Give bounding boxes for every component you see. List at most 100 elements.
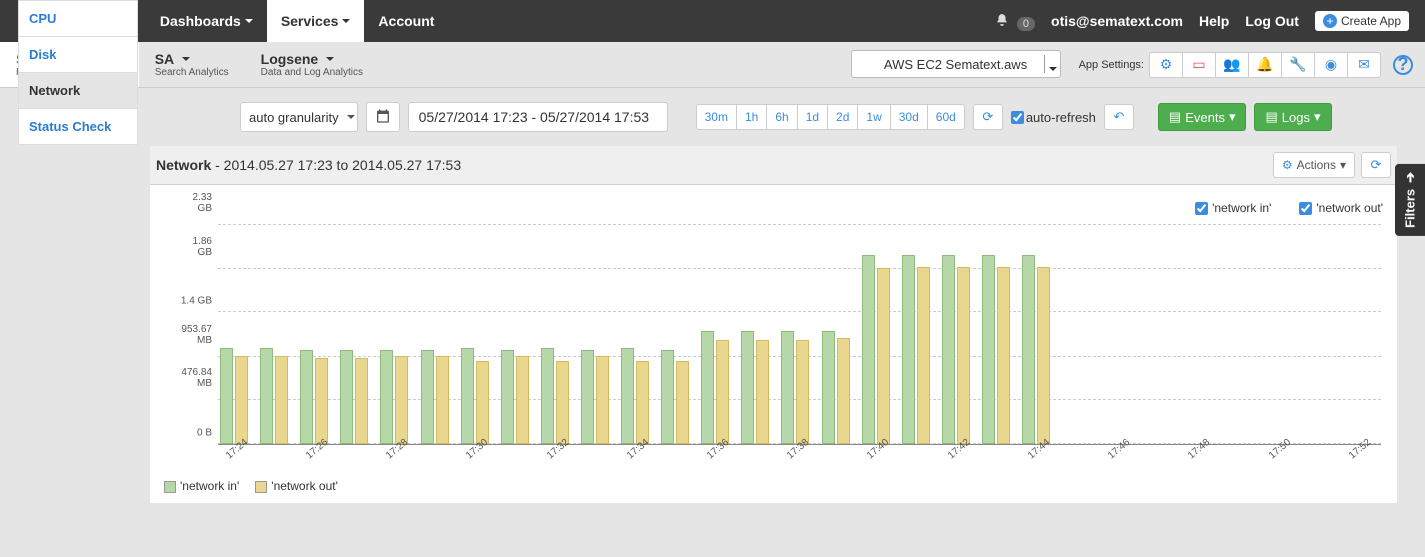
bar-group[interactable] (942, 255, 970, 444)
date-range-input[interactable]: 05/27/2014 17:23 - 05/27/2014 17:53 (408, 102, 668, 132)
bar-group[interactable] (581, 350, 609, 444)
bar-network-out[interactable] (716, 340, 729, 444)
app-selector-dropdown[interactable]: AWS EC2 Sematext.aws (851, 50, 1061, 78)
bar-network-out[interactable] (436, 356, 449, 444)
bar-network-out[interactable] (676, 361, 689, 444)
undo-button[interactable]: ↶ (1104, 104, 1134, 130)
refresh-button[interactable]: ⟳ (973, 104, 1003, 130)
bar-network-in[interactable] (461, 348, 474, 444)
legend-toggle-network-out[interactable]: 'network out' (1299, 201, 1383, 215)
range-btn-1w[interactable]: 1w (857, 104, 890, 130)
help-button[interactable]: ? (1393, 55, 1413, 75)
bar-network-in[interactable] (862, 255, 875, 444)
bar-group[interactable] (741, 331, 769, 444)
range-btn-60d[interactable]: 60d (927, 104, 965, 130)
bar-network-in[interactable] (982, 255, 995, 444)
bar-network-out[interactable] (796, 340, 809, 444)
bar-network-out[interactable] (355, 358, 368, 444)
bar-network-in[interactable] (340, 350, 353, 444)
bar-network-out[interactable] (1037, 267, 1050, 445)
sidebar-item-network[interactable]: Network (18, 73, 138, 109)
range-btn-2d[interactable]: 2d (827, 104, 858, 130)
product-tab-logsene[interactable]: Logsene Data and Log Analytics (245, 42, 379, 87)
bar-group[interactable] (1022, 255, 1050, 444)
bar-network-in[interactable] (260, 348, 273, 444)
user-email[interactable]: otis@sematext.com (1051, 0, 1183, 42)
bar-network-out[interactable] (275, 356, 288, 444)
bar-network-out[interactable] (516, 356, 529, 444)
alerts-button[interactable]: 🔔 (1248, 52, 1282, 78)
bar-network-in[interactable] (501, 350, 514, 444)
bar-network-out[interactable] (395, 356, 408, 444)
settings-gear-button[interactable]: ⚙ (1149, 52, 1183, 78)
bar-network-in[interactable] (902, 255, 915, 444)
bar-network-out[interactable] (235, 356, 248, 444)
create-app-button[interactable]: + Create App (1315, 11, 1409, 31)
bar-network-in[interactable] (701, 331, 714, 444)
bar-network-out[interactable] (596, 356, 609, 444)
bar-group[interactable] (541, 348, 569, 444)
team-button[interactable]: 👥 (1215, 52, 1249, 78)
events-button[interactable]: ▤ Events ▾ (1158, 103, 1247, 131)
range-btn-1h[interactable]: 1h (736, 104, 767, 130)
actions-dropdown[interactable]: ⚙ Actions ▾ (1273, 152, 1355, 178)
bar-network-out[interactable] (837, 338, 850, 444)
tools-button[interactable]: 🔧 (1281, 52, 1315, 78)
nav-account[interactable]: Account (364, 0, 448, 42)
range-btn-30d[interactable]: 30d (890, 104, 928, 130)
bar-group[interactable] (701, 331, 729, 444)
bar-network-out[interactable] (957, 267, 970, 445)
bar-group[interactable] (862, 255, 890, 444)
bar-network-in[interactable] (581, 350, 594, 444)
legend-toggle-network-in[interactable]: 'network in' (1195, 201, 1271, 215)
bar-group[interactable] (300, 350, 328, 444)
granularity-select[interactable]: auto granularity (240, 102, 358, 132)
bar-group[interactable] (461, 348, 489, 444)
bar-group[interactable] (380, 350, 408, 444)
product-tab-sa[interactable]: SA Search Analytics (139, 42, 245, 87)
bar-group[interactable] (902, 255, 930, 444)
mail-button[interactable]: ✉ (1347, 52, 1381, 78)
bar-network-out[interactable] (556, 361, 569, 444)
logs-button[interactable]: ▤ Logs ▾ (1254, 103, 1331, 131)
bar-network-out[interactable] (997, 267, 1010, 445)
bar-network-in[interactable] (741, 331, 754, 444)
bar-network-out[interactable] (756, 340, 769, 444)
bar-network-in[interactable] (541, 348, 554, 444)
bar-group[interactable] (982, 255, 1010, 444)
bar-group[interactable] (621, 348, 649, 444)
bar-network-in[interactable] (621, 348, 634, 444)
notifications-button[interactable]: 0 (995, 13, 1035, 30)
bar-group[interactable] (421, 350, 449, 444)
bar-group[interactable] (781, 331, 809, 444)
bar-network-in[interactable] (822, 331, 835, 444)
bar-group[interactable] (220, 348, 248, 444)
sidebar-item-cpu[interactable]: CPU (18, 0, 138, 37)
dashboard-button[interactable]: ◉ (1314, 52, 1348, 78)
bar-network-in[interactable] (380, 350, 393, 444)
range-btn-1d[interactable]: 1d (797, 104, 828, 130)
nav-dashboards[interactable]: Dashboards (146, 0, 267, 42)
range-btn-6h[interactable]: 6h (766, 104, 797, 130)
bar-network-in[interactable] (781, 331, 794, 444)
bar-group[interactable] (260, 348, 288, 444)
bar-network-out[interactable] (917, 267, 930, 445)
bar-group[interactable] (661, 350, 689, 444)
bar-network-in[interactable] (661, 350, 674, 444)
bar-group[interactable] (340, 350, 368, 444)
bar-network-out[interactable] (636, 361, 649, 444)
bar-network-in[interactable] (942, 255, 955, 444)
bar-network-out[interactable] (315, 358, 328, 444)
bar-group[interactable] (822, 331, 850, 444)
filters-panel-toggle[interactable]: Filters ➔ (1395, 164, 1425, 236)
card-button[interactable]: ▭ (1182, 52, 1216, 78)
bar-network-out[interactable] (877, 268, 890, 444)
logout-link[interactable]: Log Out (1245, 0, 1299, 42)
bar-network-out[interactable] (476, 361, 489, 444)
chart-refresh-button[interactable]: ⟳ (1361, 152, 1391, 178)
calendar-button[interactable] (366, 102, 400, 132)
chart-area[interactable]: 2.33GB1.86GB1.4 GB953.67MB476.84MB0 B (218, 225, 1381, 445)
bar-network-in[interactable] (421, 350, 434, 444)
bar-network-in[interactable] (300, 350, 313, 444)
range-btn-30m[interactable]: 30m (696, 104, 737, 130)
